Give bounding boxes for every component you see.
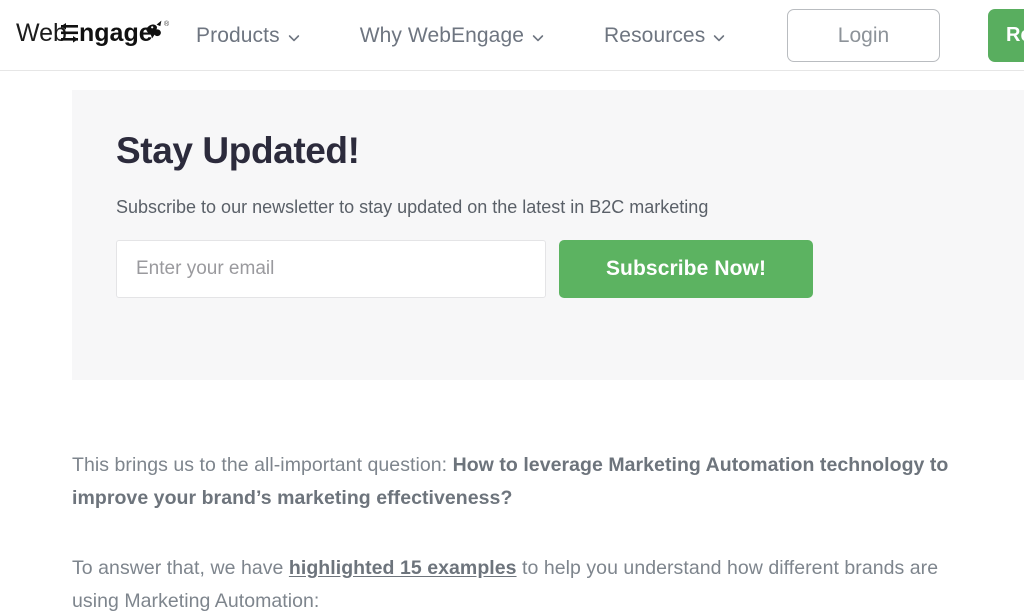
newsletter-title: Stay Updated!: [116, 130, 360, 171]
svg-text:ngage: ngage: [79, 19, 153, 47]
chevron-down-icon: [713, 32, 725, 44]
page-body: Stay Updated! Subscribe to our newslette…: [0, 71, 1024, 614]
nav-item-why-webengage[interactable]: Why WebEngage: [360, 24, 544, 48]
site-header: Web ngage ® Products Why WebEngage Resou…: [0, 0, 1024, 71]
nav-list: Products Why WebEngage Resources: [196, 0, 725, 71]
subscribe-button[interactable]: Subscribe Now!: [559, 240, 813, 298]
article-paragraph-2: To answer that, we have highlighted 15 e…: [72, 552, 972, 614]
webengage-bird-logo: Web ngage ®: [16, 19, 170, 47]
paragraph-lead-text: This brings us to the all-important ques…: [72, 454, 453, 476]
header-cta-button[interactable]: Request: [988, 9, 1024, 62]
webengage-logo[interactable]: Web ngage ®: [16, 14, 172, 54]
chevron-down-icon: [288, 32, 300, 44]
svg-text:®: ®: [164, 20, 170, 28]
newsletter-subtitle: Subscribe to our newsletter to stay upda…: [116, 197, 709, 217]
nav-item-label: Resources: [604, 23, 706, 47]
article-paragraph-1: This brings us to the all-important ques…: [72, 449, 972, 515]
highlighted-examples-link[interactable]: highlighted 15 examples: [289, 557, 517, 579]
paragraph-lead-text: To answer that, we have: [72, 557, 289, 579]
login-button[interactable]: Login: [787, 9, 940, 62]
nav-item-products[interactable]: Products: [196, 24, 300, 48]
svg-text:Web: Web: [16, 19, 67, 47]
nav-item-label: Products: [196, 23, 280, 47]
chevron-down-icon: [532, 32, 544, 44]
nav-item-resources[interactable]: Resources: [604, 24, 725, 48]
nav-item-label: Why WebEngage: [359, 23, 525, 47]
article-body: This brings us to the all-important ques…: [72, 449, 972, 614]
email-input[interactable]: [116, 240, 546, 298]
newsletter-panel: Stay Updated! Subscribe to our newslette…: [72, 90, 1024, 380]
